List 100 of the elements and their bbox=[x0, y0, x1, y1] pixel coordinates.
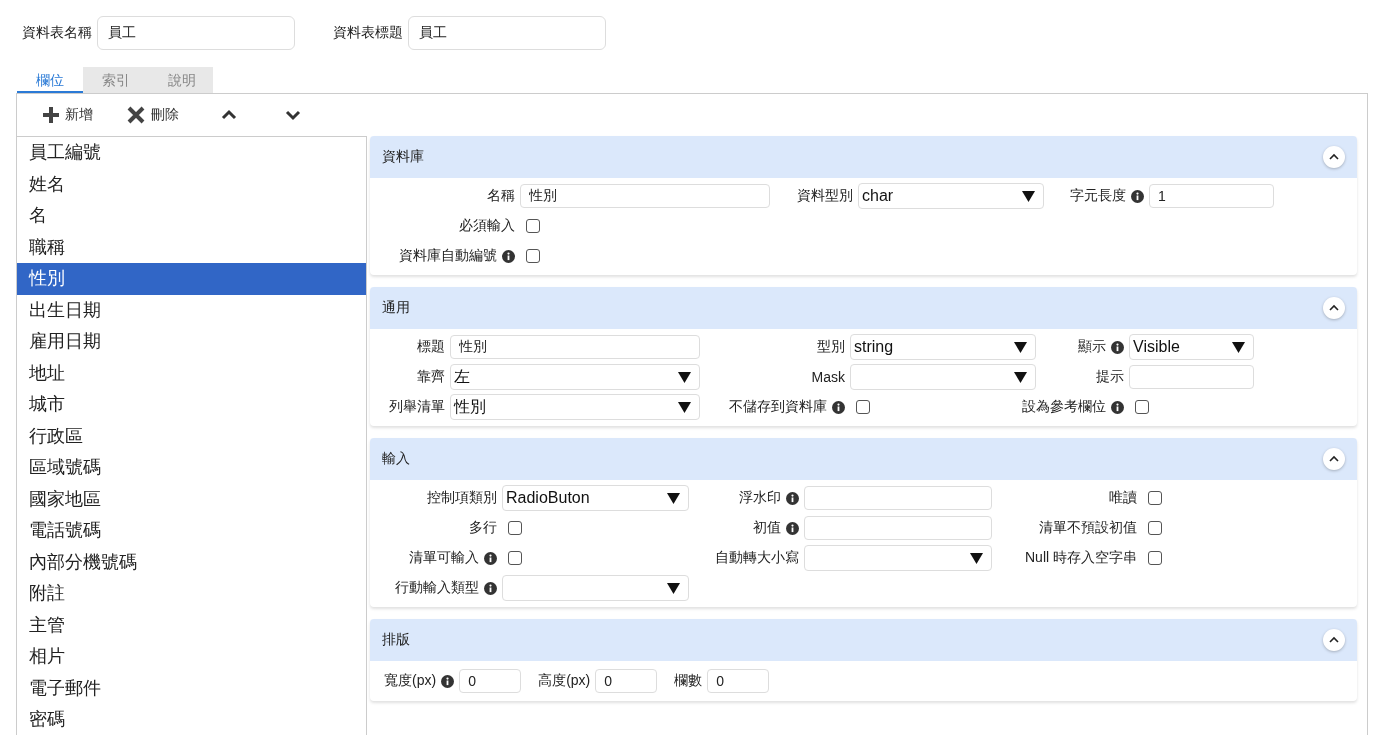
list-item[interactable]: 國家地區 bbox=[17, 483, 366, 515]
list-item[interactable]: 雇用日期 bbox=[17, 326, 366, 358]
input-field[interactable]: 員工 bbox=[408, 16, 606, 50]
field-label: 顯示 bbox=[1078, 338, 1106, 356]
field-label: 欄數 bbox=[674, 672, 703, 690]
dropdown[interactable]: string bbox=[850, 334, 1036, 360]
input-field[interactable]: 0 bbox=[459, 669, 522, 693]
list-item[interactable]: 性別 bbox=[17, 263, 366, 295]
checkbox[interactable] bbox=[526, 249, 540, 263]
field-label: 資料庫自動編號 bbox=[399, 247, 497, 265]
checkbox[interactable] bbox=[1135, 400, 1149, 414]
list-item[interactable]: 區域號碼 bbox=[17, 452, 366, 484]
field-label: 資料型別 bbox=[797, 187, 853, 205]
caret-icon bbox=[678, 401, 691, 413]
field-label: Mask bbox=[811, 369, 845, 385]
dropdown[interactable]: RadioButon bbox=[502, 485, 689, 511]
field-label: 名稱 bbox=[487, 187, 515, 205]
list-item[interactable]: 出生日期 bbox=[17, 294, 366, 326]
dropdown[interactable]: 性別 bbox=[450, 394, 700, 420]
close-icon bbox=[127, 106, 145, 124]
caret-icon bbox=[667, 582, 680, 594]
list-item[interactable]: 電子郵件 bbox=[17, 672, 366, 704]
input-field[interactable] bbox=[804, 516, 992, 540]
field-label: 不儲存到資料庫 bbox=[729, 398, 827, 416]
caret-icon bbox=[667, 492, 680, 504]
collapse-button[interactable] bbox=[1323, 629, 1345, 651]
input-field[interactable]: 1 bbox=[1149, 184, 1274, 208]
list-item[interactable]: 名 bbox=[17, 200, 366, 232]
field-label: 字元長度 bbox=[1070, 187, 1126, 205]
collapse-button[interactable] bbox=[1323, 297, 1345, 319]
input-field[interactable]: 性別 bbox=[450, 335, 700, 359]
collapse-button[interactable] bbox=[1323, 146, 1345, 168]
checkbox[interactable] bbox=[856, 400, 870, 414]
list-item[interactable]: 城市 bbox=[17, 389, 366, 421]
tab[interactable]: 欄位 bbox=[17, 67, 83, 93]
input-field[interactable]: 0 bbox=[707, 669, 770, 693]
section-title: 輸入 bbox=[382, 450, 410, 468]
checkbox[interactable] bbox=[526, 219, 540, 233]
field-label: 列舉清單 bbox=[389, 398, 445, 416]
checkbox[interactable] bbox=[1148, 551, 1162, 565]
list-item[interactable]: 地址 bbox=[17, 357, 366, 389]
field-label: 提示 bbox=[1096, 368, 1124, 386]
input-field[interactable]: 員工 bbox=[97, 16, 295, 50]
field-label: 高度(px) bbox=[538, 672, 591, 690]
field-label: 寬度(px) bbox=[384, 672, 437, 690]
dropdown[interactable]: char bbox=[858, 183, 1044, 209]
chevron-icon bbox=[1329, 153, 1339, 161]
dropdown[interactable]: 左 bbox=[450, 364, 700, 390]
chevron-icon bbox=[1329, 636, 1339, 644]
checkbox[interactable] bbox=[508, 551, 522, 565]
field-label: 資料表標題 bbox=[333, 24, 403, 42]
list-item[interactable]: 密碼 bbox=[17, 704, 366, 735]
input-field[interactable] bbox=[804, 486, 992, 510]
input-field[interactable]: 0 bbox=[595, 669, 658, 693]
input-field[interactable]: 性別 bbox=[520, 184, 770, 208]
field-label: 初值 bbox=[753, 519, 781, 537]
chevron-icon bbox=[1329, 455, 1339, 463]
list-item[interactable]: 相片 bbox=[17, 641, 366, 673]
field-label: 自動轉大小寫 bbox=[715, 549, 799, 567]
caret-icon bbox=[1232, 341, 1245, 353]
list-item[interactable]: 主管 bbox=[17, 609, 366, 641]
dropdown[interactable]: Visible bbox=[1129, 334, 1254, 360]
field-label: 清單可輸入 bbox=[409, 549, 479, 567]
caret-icon bbox=[1022, 190, 1035, 202]
input-field[interactable] bbox=[1129, 365, 1254, 389]
list-item[interactable]: 員工編號 bbox=[17, 137, 366, 169]
list-item[interactable]: 職稱 bbox=[17, 231, 366, 263]
field-label: Null 時存入空字串 bbox=[1025, 549, 1137, 567]
field-label: 浮水印 bbox=[739, 489, 781, 507]
collapse-button[interactable] bbox=[1323, 448, 1345, 470]
caret-icon bbox=[1014, 371, 1027, 383]
caret-icon bbox=[1014, 341, 1027, 353]
field-label: 型別 bbox=[817, 338, 845, 356]
field-label: 清單不預設初值 bbox=[1039, 519, 1137, 537]
add-button[interactable]: 新增 bbox=[35, 100, 101, 130]
field-label: 控制項類別 bbox=[427, 489, 497, 507]
checkbox[interactable] bbox=[508, 521, 522, 535]
field-label: 必須輸入 bbox=[459, 217, 515, 235]
checkbox[interactable] bbox=[1148, 521, 1162, 535]
field-label: 靠齊 bbox=[417, 368, 445, 386]
chevron-down-icon bbox=[285, 108, 301, 122]
caret-icon bbox=[678, 371, 691, 383]
list-item[interactable]: 內部分機號碼 bbox=[17, 546, 366, 578]
field-label: 多行 bbox=[469, 519, 497, 537]
checkbox[interactable] bbox=[1148, 491, 1162, 505]
chevron-icon bbox=[1329, 304, 1339, 312]
field-label: 資料表名稱 bbox=[22, 24, 92, 42]
list-item[interactable]: 電話號碼 bbox=[17, 515, 366, 547]
chevron-up-icon bbox=[221, 108, 237, 122]
list-item[interactable]: 附註 bbox=[17, 578, 366, 610]
field-label: 標題 bbox=[417, 338, 445, 356]
list-item[interactable]: 姓名 bbox=[17, 168, 366, 200]
field-label: 唯讀 bbox=[1109, 489, 1137, 507]
section-title: 排版 bbox=[382, 631, 410, 649]
field-label: 行動輸入類型 bbox=[395, 579, 479, 597]
section-title: 通用 bbox=[382, 299, 410, 317]
section-title: 資料庫 bbox=[382, 148, 424, 166]
plus-icon bbox=[43, 106, 59, 124]
delete-button[interactable]: 刪除 bbox=[119, 100, 187, 130]
list-item[interactable]: 行政區 bbox=[17, 420, 366, 452]
